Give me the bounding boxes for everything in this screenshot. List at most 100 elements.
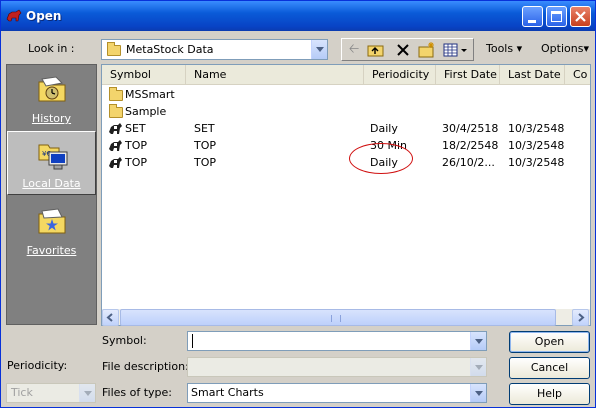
- view-menu-icon: [443, 43, 467, 57]
- up-folder-icon: [367, 45, 384, 57]
- folder-icon: [107, 42, 121, 56]
- new-folder-button[interactable]: [416, 39, 438, 60]
- row-symbol: TOP: [125, 156, 148, 169]
- list-item[interactable]: TOP TOP 30 Min 18/2/2548 10/3/2548: [102, 137, 572, 154]
- views-button[interactable]: [441, 39, 471, 60]
- delete-x-icon: [397, 44, 409, 56]
- files-of-type-value: Smart Charts: [191, 386, 264, 399]
- symbol-combo[interactable]: [187, 331, 487, 351]
- list-item[interactable]: TOP TOP Daily 26/10/2... 10/3/2548: [102, 154, 572, 171]
- tools-dropdown-icon: ▾: [516, 42, 523, 55]
- up-folder-button[interactable]: [365, 39, 387, 60]
- column-header-periodicity[interactable]: Periodicity: [364, 65, 436, 84]
- row-name: TOP: [194, 139, 217, 152]
- chart-file-icon: [109, 157, 122, 168]
- place-history[interactable]: History: [7, 65, 96, 129]
- periodicity-label: Periodicity:: [7, 359, 68, 372]
- scroll-thumb[interactable]: [120, 309, 556, 326]
- options-menu-label: Options: [541, 42, 584, 55]
- row-first-date: 30/4/2518: [442, 122, 499, 135]
- list-item[interactable]: Sample: [102, 103, 572, 120]
- minimize-button[interactable]: [522, 6, 543, 27]
- chevron-down-icon[interactable]: [311, 40, 327, 59]
- folder-icon: [109, 104, 123, 118]
- cancel-button-label: Cancel: [530, 361, 569, 374]
- options-dropdown-icon: ▾: [583, 42, 589, 55]
- new-folder-icon: [418, 42, 434, 58]
- scroll-grip-icon: [331, 315, 341, 322]
- row-last-date: 10/3/2548: [508, 122, 565, 135]
- minimize-icon: [528, 20, 536, 23]
- row-last-date: 10/3/2548: [508, 156, 565, 169]
- look-in-combo[interactable]: MetaStock Data: [101, 39, 328, 60]
- chevron-down-icon[interactable]: [470, 384, 486, 402]
- file-list[interactable]: Symbol Name Periodicity First Date Last …: [101, 64, 591, 326]
- horizontal-scrollbar[interactable]: [102, 308, 590, 326]
- open-dialog: Open Look in : MetaStock Data 🡠 Tools ▾ …: [0, 0, 596, 408]
- options-menu[interactable]: Options▾: [541, 42, 589, 55]
- row-first-date: 18/2/2548: [442, 139, 499, 152]
- scroll-left-button[interactable]: [102, 309, 119, 326]
- favorites-folder-icon: [38, 208, 66, 234]
- column-header-first-date[interactable]: First Date: [436, 65, 500, 84]
- title-bar[interactable]: Open: [1, 1, 595, 31]
- place-favorites-label: Favorites: [26, 244, 77, 257]
- window-title: Open: [26, 9, 62, 23]
- column-header-co[interactable]: Co: [565, 65, 590, 84]
- folder-icon: [109, 87, 123, 101]
- delete-button[interactable]: [392, 39, 414, 60]
- scroll-left-icon: [106, 313, 113, 322]
- chevron-down-icon: [470, 358, 486, 376]
- highlight-annotation: [349, 143, 413, 174]
- metastock-bull-icon: [6, 9, 22, 22]
- look-in-label: Look in :: [28, 42, 75, 55]
- row-name: SET: [194, 122, 215, 135]
- place-history-label: History: [31, 112, 72, 125]
- file-description-label: File description:: [102, 360, 189, 373]
- chart-file-icon: [109, 140, 122, 151]
- chart-file-icon: [109, 123, 122, 134]
- place-favorites[interactable]: Favorites: [7, 197, 96, 261]
- row-symbol: MSSmart: [125, 88, 175, 101]
- row-first-date: 26/10/2...: [442, 156, 495, 169]
- open-button[interactable]: Open: [509, 331, 590, 353]
- row-last-date: 10/3/2548: [508, 139, 565, 152]
- scroll-right-button[interactable]: [572, 309, 589, 326]
- cancel-button[interactable]: Cancel: [509, 357, 590, 379]
- text-cursor: [192, 334, 193, 348]
- list-item[interactable]: MSSmart: [102, 86, 572, 103]
- tools-menu[interactable]: Tools ▾: [486, 42, 522, 55]
- help-button[interactable]: Help: [509, 383, 590, 405]
- place-local-data-label: Local Data: [22, 177, 81, 190]
- history-folder-icon: [38, 76, 66, 102]
- places-bar: History ¥€ Local Data Favorites: [6, 64, 97, 325]
- toolbar: 🡠: [341, 38, 474, 61]
- tools-menu-label: Tools: [486, 42, 514, 55]
- help-button-label: Help: [536, 387, 563, 400]
- back-button[interactable]: 🡠: [343, 39, 365, 60]
- chevron-down-icon[interactable]: [470, 332, 486, 350]
- row-name: TOP: [194, 156, 217, 169]
- place-local-data[interactable]: ¥€ Local Data: [7, 131, 96, 195]
- open-button-label: Open: [534, 335, 565, 348]
- periodicity-value: Tick: [11, 386, 33, 399]
- periodicity-combo: Tick: [6, 383, 96, 403]
- files-of-type-label: Files of type:: [102, 386, 173, 399]
- column-header-last-date[interactable]: Last Date: [500, 65, 565, 84]
- row-symbol: TOP: [125, 139, 148, 152]
- row-periodicity: Daily: [370, 122, 398, 135]
- column-header-name[interactable]: Name: [186, 65, 364, 84]
- files-of-type-combo[interactable]: Smart Charts: [187, 383, 487, 403]
- list-header: Symbol Name Periodicity First Date Last …: [102, 65, 590, 85]
- list-item[interactable]: SET SET Daily 30/4/2518 10/3/2548: [102, 120, 572, 137]
- chevron-down-icon: [79, 384, 95, 402]
- close-button[interactable]: [570, 6, 591, 27]
- symbol-label: Symbol:: [102, 334, 147, 347]
- row-symbol: Sample: [125, 105, 167, 118]
- column-header-symbol[interactable]: Symbol: [102, 65, 186, 84]
- row-symbol: SET: [125, 122, 146, 135]
- maximize-icon: [551, 11, 562, 22]
- file-description-combo: [187, 357, 487, 377]
- look-in-value: MetaStock Data: [126, 43, 214, 56]
- maximize-button[interactable]: [546, 6, 567, 27]
